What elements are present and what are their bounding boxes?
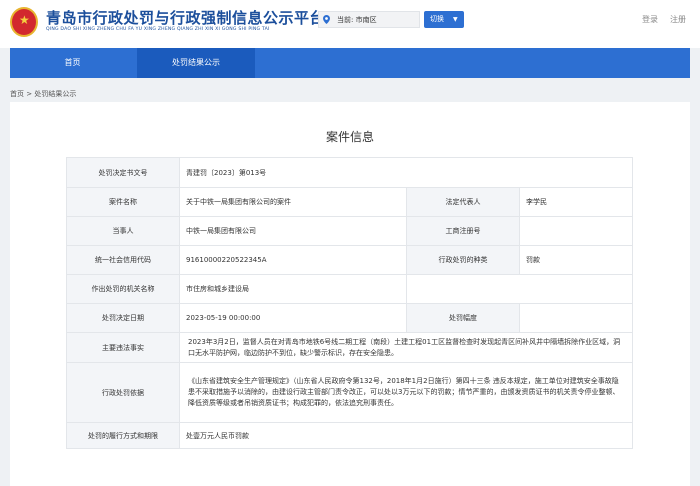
result-label: 处罚的履行方式和期限 <box>66 422 180 449</box>
table-row: 统一社会信用代码 91610000220522345A 行政处罚的种类 罚款 <box>66 245 633 275</box>
date-value: 2023-05-19 00:00:00 <box>179 303 407 333</box>
top-links: 登录 注册 <box>642 14 698 25</box>
amount-value <box>519 303 633 333</box>
reg-no-value <box>519 216 633 246</box>
switch-label: 切换 <box>430 15 444 23</box>
case-name-label: 案件名称 <box>66 187 180 217</box>
switch-region-button[interactable]: 切换 ▼ <box>424 11 464 28</box>
login-link[interactable]: 登录 <box>642 15 658 24</box>
panel-title: 案件信息 <box>325 130 374 144</box>
legal-rep-label: 法定代表人 <box>406 187 520 217</box>
breadcrumb-current: 处罚结果公示 <box>34 90 77 98</box>
site-subtitle: QING DAO SHI XING ZHENG CHU FA YU XING Z… <box>46 27 270 32</box>
case-info-table: 处罚决定书文号 青建罚〔2023〕第013号 案件名称 关于中铁一局集团有限公司… <box>66 157 633 449</box>
authority-value: 市住房和城乡建设局 <box>179 274 407 304</box>
credit-code-label: 统一社会信用代码 <box>66 245 180 275</box>
doc-no-value: 青建罚〔2023〕第013号 <box>179 157 633 188</box>
doc-no-label: 处罚决定书文号 <box>66 157 180 188</box>
party-value: 中铁一局集团有限公司 <box>179 216 407 246</box>
legal-rep-value: 李学民 <box>519 187 633 217</box>
location-selector[interactable]: 当前: 市南区 <box>318 11 420 28</box>
site-title: 青岛市行政处罚与行政强制信息公示平台 <box>46 9 326 27</box>
amount-label: 处罚幅度 <box>406 303 520 333</box>
table-row: 当事人 中铁一局集团有限公司 工商注册号 <box>66 216 633 246</box>
table-row: 处罚决定日期 2023-05-19 00:00:00 处罚幅度 <box>66 303 633 333</box>
nav-home[interactable]: 首页 <box>40 48 105 78</box>
register-link[interactable]: 注册 <box>670 15 686 24</box>
penalty-type-label: 行政处罚的种类 <box>406 245 520 275</box>
table-row: 行政处罚依据 《山东省建筑安全生产管理规定》（山东省人民政府令第132号，201… <box>66 362 633 423</box>
case-name-value: 关于中铁一局集团有限公司的案件 <box>179 187 407 217</box>
authority-label: 作出处罚的机关名称 <box>66 274 180 304</box>
national-emblem-icon: ★ <box>10 7 38 37</box>
breadcrumb-separator: > <box>26 90 33 98</box>
party-label: 当事人 <box>66 216 180 246</box>
credit-code-value: 91610000220522345A <box>179 245 407 275</box>
penalty-type-value: 罚款 <box>519 245 633 275</box>
breadcrumb-home[interactable]: 首页 <box>10 90 24 98</box>
basis-label: 行政处罚依据 <box>66 362 180 423</box>
date-label: 处罚决定日期 <box>66 303 180 333</box>
location-pin-icon <box>323 15 330 24</box>
table-row: 案件名称 关于中铁一局集团有限公司的案件 法定代表人 李学民 <box>66 187 633 217</box>
table-row: 作出处罚的机关名称 市住房和城乡建设局 <box>66 274 633 304</box>
result-value: 处壹万元人民币罚款 <box>179 422 633 449</box>
caret-down-icon: ▼ <box>453 16 458 23</box>
table-row: 处罚决定书文号 青建罚〔2023〕第013号 <box>66 157 633 188</box>
site-header: ★ 青岛市行政处罚与行政强制信息公示平台 QING DAO SHI XING Z… <box>0 0 700 48</box>
breadcrumb: 首页 > 处罚结果公示 <box>10 89 76 99</box>
nav-penalty-results[interactable]: 处罚结果公示 <box>137 48 255 78</box>
basis-value: 《山东省建筑安全生产管理规定》（山东省人民政府令第132号，2018年1月2日施… <box>179 362 633 423</box>
table-row: 主要违法事实 2023年3月2日，监督人员在对青岛市地铁6号线二期工程（南段）土… <box>66 332 633 363</box>
facts-value: 2023年3月2日，监督人员在对青岛市地铁6号线二期工程（南段）土建工程01工区… <box>179 332 633 363</box>
main-navbar: 首页 处罚结果公示 <box>10 48 690 78</box>
authority-filler <box>406 274 633 304</box>
facts-label: 主要违法事实 <box>66 332 180 363</box>
location-text: 当前: 市南区 <box>337 16 377 24</box>
table-row: 处罚的履行方式和期限 处壹万元人民币罚款 <box>66 422 633 449</box>
reg-no-label: 工商注册号 <box>406 216 520 246</box>
